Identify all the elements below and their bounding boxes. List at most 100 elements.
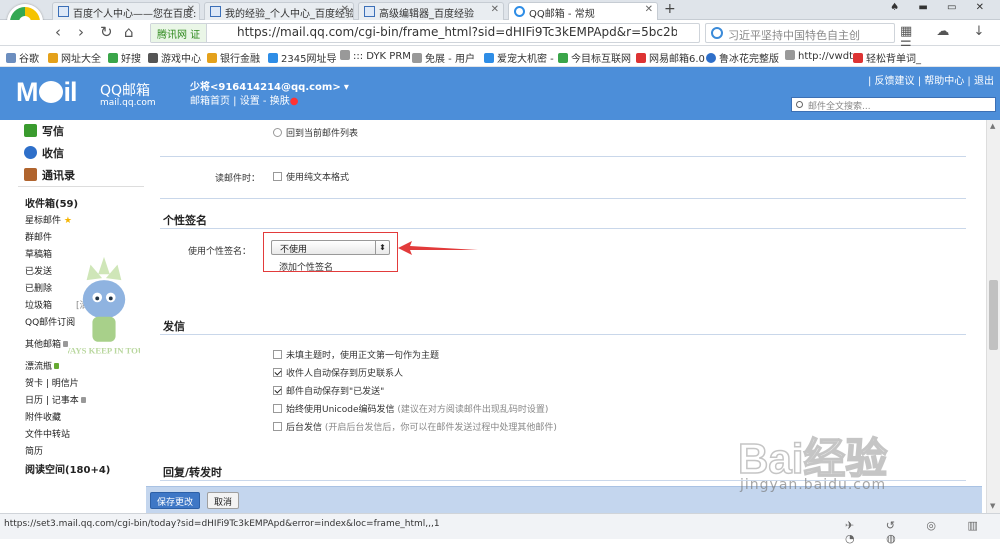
folder-deleted[interactable]: 已删除 (25, 281, 52, 294)
qq-mail-icon (514, 6, 525, 17)
send-option[interactable]: 收件人自动保存到历史联系人 (273, 366, 403, 379)
header-nav-links[interactable]: 邮箱首页 | 设置 - 换肤● (190, 92, 298, 107)
signature-section-title: 个性签名 (163, 214, 207, 227)
close-tab-icon[interactable]: ✕ (187, 4, 195, 15)
checkbox[interactable] (273, 404, 282, 413)
user-account[interactable]: 少将<916414214@qq.com> ▾ (190, 78, 349, 93)
bookmark-icon (207, 53, 217, 63)
file-transfer[interactable]: 文件中转站 (25, 427, 70, 440)
plain-text-option[interactable]: 使用纯文本格式 (273, 170, 349, 183)
tab-title: 我的经验_个人中心_百度经验 (225, 9, 354, 20)
bookmark-item[interactable]: 谷歌 (6, 50, 39, 65)
option-hint: (开启后台发信后，你可以在邮件发送过程中处理其他邮件) (324, 423, 557, 433)
inbox-check-button[interactable]: 收信 (24, 145, 64, 161)
tab-my-experience[interactable]: 我的经验_个人中心_百度经验 ✕ (204, 2, 354, 20)
qq-mail-logo[interactable]: Mil (16, 77, 78, 108)
new-tab-button[interactable]: + (664, 1, 676, 17)
scrollbar[interactable]: ▲ ▼ (986, 120, 1000, 513)
bookmark-icon (853, 53, 863, 63)
folder-group[interactable]: 群邮件 (25, 230, 52, 243)
secure-badge[interactable]: 腾讯网 证 (151, 24, 208, 42)
address-bar[interactable]: 腾讯网 证 https://mail.qq.com/cgi-bin/frame_… (150, 23, 700, 43)
bookmark-item[interactable]: 网易邮箱6.0 (636, 50, 705, 65)
top-links[interactable]: | 反馈建议 | 帮助中心 | 退出 (868, 72, 994, 87)
reply-section-title: 回复/转发时 (163, 466, 223, 479)
folder-drafts[interactable]: 草稿箱 (25, 247, 52, 260)
bookmark-item[interactable]: 鲁冰花完整版 (706, 50, 779, 65)
forward-icon[interactable]: › (78, 23, 84, 41)
radio-button[interactable] (273, 128, 282, 137)
send-option[interactable]: 后台发信 (开启后台发信后，你可以在邮件发送过程中处理其他邮件) (273, 420, 557, 433)
bookmark-item[interactable]: 免展 - 用户 (412, 50, 475, 65)
checkbox[interactable] (273, 422, 282, 431)
attachments[interactable]: 附件收藏 (25, 410, 61, 423)
browser-nav-bar: ‹ › ↻ ⌂ 腾讯网 证 https://mail.qq.com/cgi-bi… (0, 20, 1000, 54)
calendar-notes[interactable]: 日历 | 记事本 (25, 393, 86, 406)
use-signature-label: 使用个性签名： (188, 247, 252, 257)
mail-search-input[interactable]: 邮件全文搜索... (791, 97, 996, 112)
window-controls[interactable]: ♠ ▬ ▭ ✕ (890, 2, 992, 13)
close-tab-icon[interactable]: ✕ (645, 4, 653, 15)
mail-header: Mil QQ邮箱 mail.qq.com 少将<916414214@qq.com… (0, 67, 1000, 120)
send-option[interactable]: 未填主题时，使用正文第一句作为主题 (273, 348, 439, 361)
folder-starred[interactable]: 星标邮件 ★ (25, 213, 72, 226)
reading-space[interactable]: 阅读空间(180+4) (25, 461, 110, 476)
select-arrow-icon[interactable]: ⬍ (375, 241, 389, 254)
bookmark-item[interactable]: 游戏中心 (148, 50, 201, 65)
logo-title: QQ邮箱 (100, 83, 151, 99)
bookmark-item[interactable]: 2345网址导 (268, 50, 336, 65)
tab-title: QQ邮箱 - 常规 (529, 9, 595, 20)
bookmark-item[interactable]: 爱宠大机密 - (484, 50, 554, 65)
checkbox[interactable] (273, 350, 282, 359)
folder-sent[interactable]: 已发送 (25, 264, 52, 277)
folder-inbox[interactable]: 收件箱(59) (25, 195, 78, 210)
home-icon[interactable]: ⌂ (124, 23, 134, 41)
compose-button[interactable]: 写信 (24, 123, 64, 139)
close-tab-icon[interactable]: ✕ (491, 4, 499, 15)
bookmark-icon (268, 53, 278, 63)
browser-search-input[interactable]: 习近平坚持中国特色自主创 (705, 23, 895, 43)
tab-advanced-editor[interactable]: 高级编辑器_百度经验 ✕ (358, 2, 504, 20)
bookmark-icon (48, 53, 58, 63)
return-list-option[interactable]: 回到当前邮件列表 (273, 126, 358, 139)
save-button[interactable]: 保存更改 (150, 492, 201, 509)
back-icon[interactable]: ‹ (55, 23, 61, 41)
checkbox[interactable] (273, 172, 282, 181)
chevron-down-icon[interactable]: ▾ (344, 82, 349, 93)
tab-baidu-center[interactable]: 百度个人中心——您在百度: ✕ (52, 2, 200, 20)
tab-qq-mail[interactable]: QQ邮箱 - 常规 ✕ (508, 2, 658, 21)
checkbox-checked[interactable] (273, 368, 282, 377)
home-settings-links[interactable]: 邮箱首页 | 设置 - 换肤 (190, 96, 290, 107)
scroll-down-icon[interactable]: ▼ (990, 502, 995, 510)
resume[interactable]: 简历 (25, 444, 43, 457)
bookmark-item[interactable]: ::: DYK PRM (340, 50, 411, 62)
send-option[interactable]: 始终使用Unicode编码发信 (建议在对方阅读邮件出现乱码时设置) (273, 402, 548, 415)
drift-bottle[interactable]: 漂流瓶 (25, 359, 60, 372)
scroll-thumb[interactable] (989, 280, 998, 350)
send-option[interactable]: 邮件自动保存到"已发送" (273, 384, 384, 397)
search-placeholder: 邮件全文搜索... (808, 102, 871, 112)
bookmark-item[interactable]: 轻松背单词_ (853, 50, 921, 65)
search-icon (711, 27, 723, 39)
bookmark-item[interactable]: http://vwdt (785, 50, 853, 62)
scroll-up-icon[interactable]: ▲ (990, 122, 995, 130)
url-text[interactable]: https://mail.qq.com/cgi-bin/frame_html?s… (237, 25, 677, 39)
add-signature-link[interactable]: 添加个性签名 (279, 260, 333, 273)
bookmark-item[interactable]: 银行金融 (207, 50, 260, 65)
settings-panel: 回到当前邮件列表 读邮件时： 使用纯文本格式 个性签名 使用个性签名： 不使用 ⬍… (146, 120, 986, 513)
reload-icon[interactable]: ↻ (100, 23, 113, 41)
contacts-button[interactable]: 通讯录 (24, 167, 75, 183)
bookmark-item[interactable]: 今目标互联网 (558, 50, 631, 65)
signature-select[interactable]: 不使用 ⬍ (271, 240, 390, 255)
close-tab-icon[interactable]: ✕ (341, 4, 349, 15)
bookmark-item[interactable]: 好搜 (108, 50, 141, 65)
cancel-button[interactable]: 取消 (207, 492, 240, 509)
status-icons[interactable]: ✈ ↺ ◎ ▥ ◔ ◍ (845, 519, 1000, 545)
option-hint: (建议在对方阅读邮件出现乱码时设置) (397, 405, 549, 415)
other-mailboxes[interactable]: 其他邮箱 (25, 337, 69, 350)
checkbox-checked[interactable] (273, 386, 282, 395)
divider (160, 198, 966, 199)
tab-title: 高级编辑器_百度经验 (379, 9, 474, 20)
bookmark-item[interactable]: 网址大全 (48, 50, 101, 65)
page-icon (364, 6, 375, 17)
